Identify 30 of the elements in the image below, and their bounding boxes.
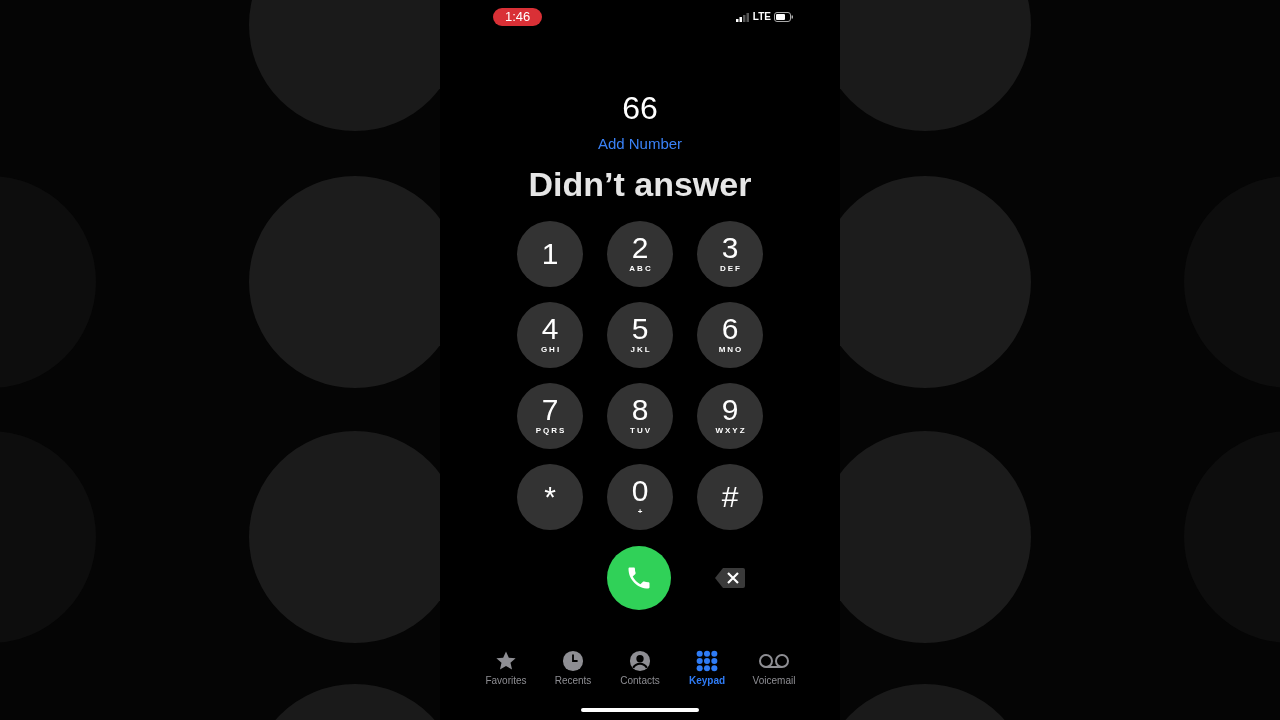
keypad-key[interactable]: 4 GHI: [517, 302, 583, 368]
keypad-key[interactable]: *: [517, 464, 583, 530]
delete-button[interactable]: [714, 567, 746, 589]
delete-icon: [714, 567, 746, 589]
add-number-link[interactable]: Add Number: [597, 134, 683, 154]
keypad-icon: [695, 650, 719, 672]
tab-bar-item[interactable]: Keypad: [676, 650, 738, 687]
clock-icon: [561, 650, 585, 672]
caption: Didn’t answer: [528, 164, 752, 204]
keypad-key[interactable]: #: [697, 464, 763, 530]
dialed-number: 66: [622, 90, 658, 126]
tab-bar-item[interactable]: Favorites: [475, 650, 537, 687]
keypad-key[interactable]: 0 +: [607, 464, 673, 530]
keypad-key[interactable]: 9 WXYZ: [697, 383, 763, 449]
keypad-key[interactable]: 5 JKL: [607, 302, 673, 368]
tab-bar-item[interactable]: Contacts: [609, 650, 671, 687]
keypad-key[interactable]: 8 TUV: [607, 383, 673, 449]
keypad-key[interactable]: 2 ABC: [607, 221, 673, 287]
person-icon: [628, 650, 652, 672]
signal-icon: [735, 12, 750, 22]
keypad-key[interactable]: 7 PQRS: [517, 383, 583, 449]
tab-bar-item[interactable]: Recents: [542, 650, 604, 687]
tab-bar-item[interactable]: Voicemail: [743, 650, 805, 687]
battery-icon: [774, 12, 794, 22]
network-label: LTE: [752, 11, 771, 23]
status-time: 1:46: [493, 8, 543, 26]
keypad-key[interactable]: 1: [517, 221, 583, 287]
keypad-key[interactable]: 3 DEF: [697, 221, 763, 287]
star-icon: [494, 650, 518, 672]
keypad-key[interactable]: 6 MNO: [697, 302, 763, 368]
